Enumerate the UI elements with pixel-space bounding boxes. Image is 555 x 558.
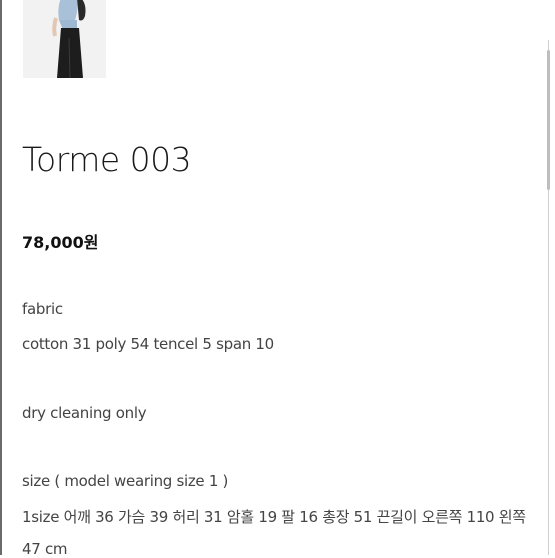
care-instructions: dry cleaning only	[22, 404, 147, 422]
size-measurements-continued: 47 cm	[22, 540, 68, 558]
size-measurements: 1size 어깨 36 가슴 39 허리 31 암홀 19 팔 16 총장 51…	[22, 508, 526, 526]
fabric-label: fabric	[22, 300, 63, 318]
fabric-composition: cotton 31 poly 54 tencel 5 span 10	[22, 335, 274, 353]
page-left-border	[0, 0, 2, 555]
product-title: Torme 003	[22, 140, 192, 179]
product-photo-icon	[23, 0, 106, 78]
product-price: 78,000원	[22, 233, 99, 252]
size-label: size ( model wearing size 1 )	[22, 472, 229, 490]
scrollbar-thumb[interactable]	[547, 50, 550, 190]
page-scrollbar[interactable]	[545, 0, 555, 555]
product-thumbnail[interactable]	[23, 0, 106, 78]
